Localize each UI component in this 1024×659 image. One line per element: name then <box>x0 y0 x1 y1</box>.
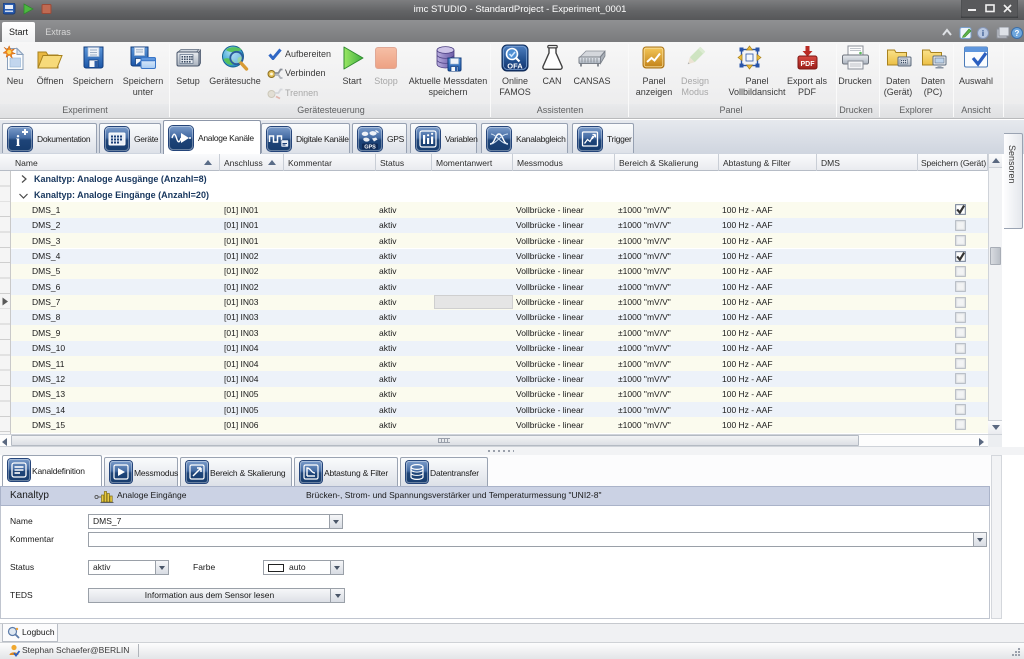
svg-text:GPS: GPS <box>364 145 376 151</box>
svg-text:OFA: OFA <box>507 62 523 71</box>
svg-text:?: ? <box>1015 29 1020 38</box>
svg-text:PDF: PDF <box>801 61 816 68</box>
svg-text:i: i <box>16 133 21 150</box>
svg-text:i: i <box>982 29 984 38</box>
